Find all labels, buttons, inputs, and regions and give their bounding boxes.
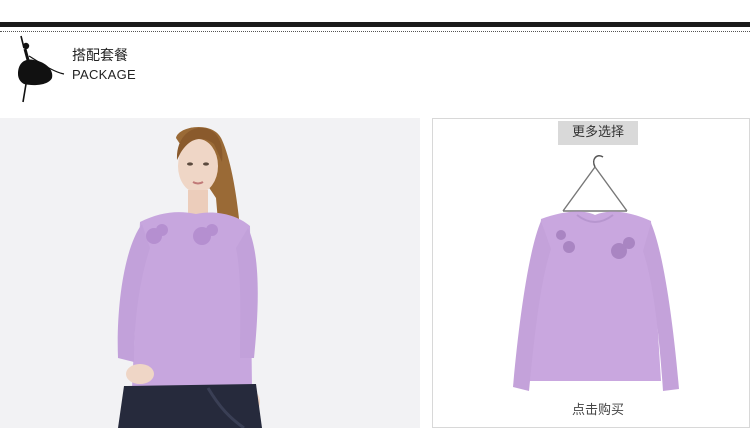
dotted-divider [0,31,750,32]
section-title-cn: 搭配套餐 [72,48,128,64]
product-card[interactable]: 更多选择 点击购买 [432,118,750,428]
model-photo[interactable] [0,118,420,428]
more-options-button[interactable]: 更多选择 [558,121,638,145]
top-divider-bar [0,22,750,27]
shirt-on-hanger-photo [513,155,679,391]
section-title-en: PACKAGE [72,67,136,82]
buy-now-link[interactable]: 点击购买 [558,401,638,421]
ballerina-logo-icon [14,34,66,104]
